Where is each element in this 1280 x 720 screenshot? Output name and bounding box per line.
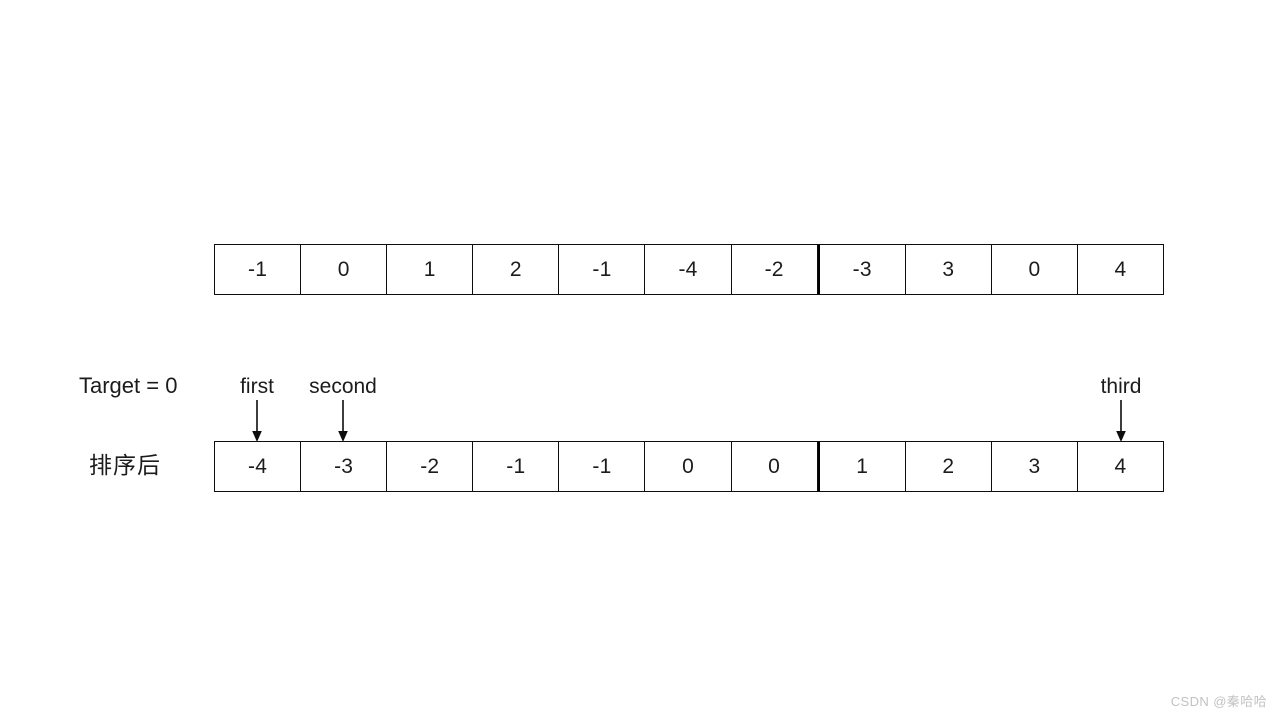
array-cell: 2: [473, 245, 560, 294]
sorted-array-caption: 排序后: [89, 452, 161, 478]
array-cell: -1: [559, 245, 646, 294]
array-cell: 3: [992, 442, 1078, 491]
array-cell: 0: [992, 245, 1078, 294]
array-cell: 1: [817, 442, 906, 491]
array-cell: -4: [215, 442, 302, 491]
array-cell: 0: [301, 245, 388, 294]
array-cell: 4: [1114, 258, 1127, 281]
array-cell: -1: [215, 245, 302, 294]
diagram-canvas: -1 0 1 2 -1 -4 -2 -3 3 0 4 Target = 0 fi…: [0, 0, 1280, 720]
array-cell: 0: [732, 442, 818, 491]
unsorted-array: -1 0 1 2 -1 -4 -2 -3 3 0 4: [214, 244, 1164, 295]
array-cell: 4: [1114, 455, 1127, 478]
array-cell: 2: [906, 442, 992, 491]
array-cell: 0: [645, 442, 732, 491]
array-cell: -1: [559, 442, 646, 491]
array-cell: -3: [817, 245, 906, 294]
array-cell: -2: [387, 442, 474, 491]
array-cell: 1: [387, 245, 474, 294]
array-cell: -4: [645, 245, 732, 294]
sorted-array: -4 -3 -2 -1 -1 0 0 1 2 3 4: [214, 441, 1164, 492]
arrow-down-icon-third: [1114, 400, 1128, 442]
target-label: Target = 0: [79, 373, 178, 398]
pointer-label-third: third: [1100, 375, 1142, 398]
array-cell: 3: [906, 245, 992, 294]
arrow-down-icon-first: [250, 400, 264, 442]
pointer-label-second: second: [309, 375, 377, 398]
arrow-down-icon-second: [336, 400, 350, 442]
array-cell: -3: [301, 442, 388, 491]
pointer-label-first: first: [240, 375, 274, 398]
array-cell: -1: [473, 442, 560, 491]
watermark: CSDN @秦哈哈: [1170, 694, 1267, 709]
array-cell: -2: [732, 245, 818, 294]
